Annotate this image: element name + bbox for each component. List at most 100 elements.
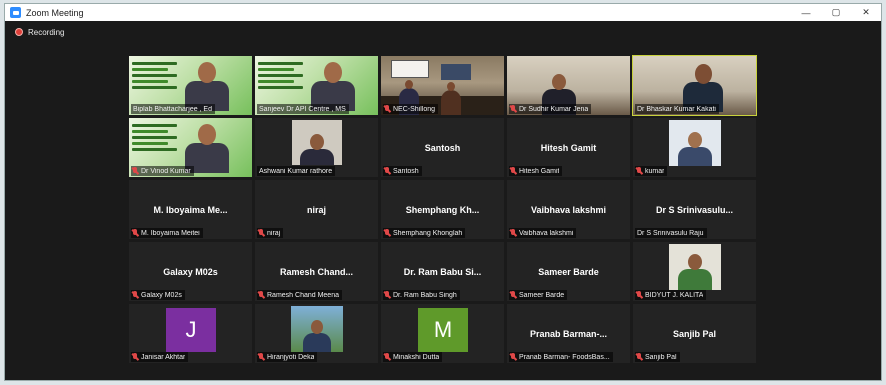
participant-tile[interactable]: Sanjib Pal Sanjib Pal xyxy=(633,304,756,363)
participant-face xyxy=(310,134,324,151)
participant-name: niraj xyxy=(267,229,281,237)
participant-label: BIDYUT J. KALITA xyxy=(635,290,707,300)
participant-tile[interactable]: M Minakshi Dutta xyxy=(381,304,504,363)
participant-tile[interactable]: Dr. Ram Babu Si... Dr. Ram Babu Singh xyxy=(381,242,504,301)
participant-name: Pranab Barman- FoodsBas... xyxy=(519,353,610,361)
participant-display-name: M. Iboyaima Me... xyxy=(153,205,228,215)
participant-tile[interactable]: Dr Bhaskar Kumar Kakati xyxy=(632,55,757,116)
video-feed xyxy=(669,120,721,166)
microphone-muted-icon xyxy=(509,291,517,299)
close-button[interactable]: ✕ xyxy=(851,4,881,21)
participant-tile[interactable]: Dr Sudhir Kumar Jena xyxy=(507,56,630,115)
participant-display-name: Shemphang Kh... xyxy=(405,205,480,215)
minimize-button[interactable]: — xyxy=(791,4,821,21)
participant-label: Hiranjyoti Deka xyxy=(257,352,318,362)
participant-name: Janisar Akhtar xyxy=(141,353,186,361)
microphone-muted-icon xyxy=(635,167,643,175)
participant-name: Biplab Bhattacharjee , Ed xyxy=(133,105,212,113)
participant-tile[interactable]: J Janisar Akhtar xyxy=(129,304,252,363)
title-bar: Zoom Meeting — ▢ ✕ xyxy=(5,4,881,21)
microphone-muted-icon xyxy=(131,291,139,299)
microphone-muted-icon xyxy=(257,353,265,361)
microphone-muted-icon xyxy=(131,353,139,361)
participant-tile[interactable]: Ramesh Chand... Ramesh Chand Meena xyxy=(255,242,378,301)
participant-tile[interactable]: Santosh Santosh xyxy=(381,118,504,177)
participant-label: Ashwani Kumar rathore xyxy=(257,166,336,176)
maximize-button[interactable]: ▢ xyxy=(821,4,851,21)
window-controls: — ▢ ✕ xyxy=(791,4,881,21)
participant-tile[interactable]: Ashwani Kumar rathore xyxy=(255,118,378,177)
participant-tile[interactable]: Shemphang Kh... Shemphang Khonglah xyxy=(381,180,504,239)
participant-name: Santosh xyxy=(393,167,419,175)
microphone-muted-icon xyxy=(509,167,517,175)
participant-label: Vaibhava lakshmi xyxy=(509,228,577,238)
participant-label: Sanjeev Dr API Centre , MS xyxy=(257,104,349,114)
participant-tile[interactable]: NEC-Shillong xyxy=(381,56,504,115)
conference-screen xyxy=(441,64,471,80)
participant-label: Pranab Barman- FoodsBas... xyxy=(509,352,613,362)
participant-name: Shemphang Khonglah xyxy=(393,229,463,237)
participant-label: kumar xyxy=(635,166,668,176)
participant-tile[interactable]: Galaxy M02s Galaxy M02s xyxy=(129,242,252,301)
participant-tile[interactable]: Hiranjyoti Deka xyxy=(255,304,378,363)
participant-tile[interactable]: kumar xyxy=(633,118,756,177)
participant-face xyxy=(311,320,323,334)
microphone-muted-icon xyxy=(131,229,139,237)
participant-display-name: Galaxy M02s xyxy=(163,267,218,277)
participant-tile[interactable]: M. Iboyaima Me... M. Iboyaima Meitei xyxy=(129,180,252,239)
participant-tile[interactable]: BIDYUT J. KALITA xyxy=(633,242,756,301)
microphone-muted-icon xyxy=(635,353,643,361)
participant-name: NEC-Shillong xyxy=(393,105,436,113)
participant-name: kumar xyxy=(645,167,665,175)
participant-name: Vaibhava lakshmi xyxy=(519,229,574,237)
participant-name: Hitesh Gamit xyxy=(519,167,560,175)
zoom-logo-icon xyxy=(10,7,21,18)
participant-name: Minakshi Dutta xyxy=(393,353,440,361)
participant-tile[interactable]: Biplab Bhattacharjee , Ed xyxy=(129,56,252,115)
participant-tile[interactable]: Vaibhava lakshmi Vaibhava lakshmi xyxy=(507,180,630,239)
participant-name: Dr Vinod Kumar xyxy=(141,167,191,175)
participant-tile[interactable]: Pranab Barman-... Pranab Barman- FoodsBas… xyxy=(507,304,630,363)
participant-body xyxy=(302,332,332,352)
microphone-muted-icon xyxy=(383,291,391,299)
participant-name: Sameer Barde xyxy=(519,291,565,299)
participant-label: NEC-Shillong xyxy=(383,104,439,114)
participant-display-name: Dr. Ram Babu Si... xyxy=(403,267,482,277)
participant-tile[interactable]: Dr S Srinivasulu... Dr S Srinivasulu Raju xyxy=(633,180,756,239)
participant-tile[interactable]: Sameer Barde Sameer Barde xyxy=(507,242,630,301)
microphone-muted-icon xyxy=(131,167,139,175)
video-feed xyxy=(291,306,343,352)
participant-tile[interactable]: niraj niraj xyxy=(255,180,378,239)
participant-name: Galaxy M02s xyxy=(141,291,182,299)
participant-label: Sanjib Pal xyxy=(635,352,680,362)
microphone-muted-icon xyxy=(383,167,391,175)
participant-label: Dr Bhaskar Kumar Kakati xyxy=(635,104,719,114)
participant-display-name: Santosh xyxy=(424,143,461,153)
participant-display-name: Sanjib Pal xyxy=(672,329,716,339)
microphone-muted-icon xyxy=(383,105,391,113)
participant-face xyxy=(324,62,342,83)
recording-indicator[interactable]: Recording xyxy=(15,26,64,38)
microphone-muted-icon xyxy=(509,353,517,361)
participant-face xyxy=(198,62,216,83)
participant-display-name: niraj xyxy=(306,205,326,215)
participant-name: Dr. Ram Babu Singh xyxy=(393,291,457,299)
participant-label: Dr S Srinivasulu Raju xyxy=(635,228,707,238)
participant-label: Minakshi Dutta xyxy=(383,352,443,362)
participant-label: Hitesh Gamit xyxy=(509,166,563,176)
video-feed xyxy=(292,120,342,165)
participant-tile[interactable]: Dr Vinod Kumar xyxy=(129,118,252,177)
participant-display-name: Vaibhava lakshmi xyxy=(530,205,607,215)
participant-face xyxy=(688,132,702,149)
participant-face xyxy=(552,74,566,91)
participant-label: Ramesh Chand Meena xyxy=(257,290,342,300)
participant-display-name: Sameer Barde xyxy=(538,267,599,277)
participant-tile[interactable]: Sanjeev Dr API Centre , MS xyxy=(255,56,378,115)
participant-name: Ramesh Chand Meena xyxy=(267,291,339,299)
participant-tile[interactable]: Hitesh Gamit Hitesh Gamit xyxy=(507,118,630,177)
participant-label: Santosh xyxy=(383,166,422,176)
participant-face xyxy=(688,254,702,271)
participant-label: Dr Vinod Kumar xyxy=(131,166,194,176)
microphone-muted-icon xyxy=(257,229,265,237)
participant-name: M. Iboyaima Meitei xyxy=(141,229,200,237)
